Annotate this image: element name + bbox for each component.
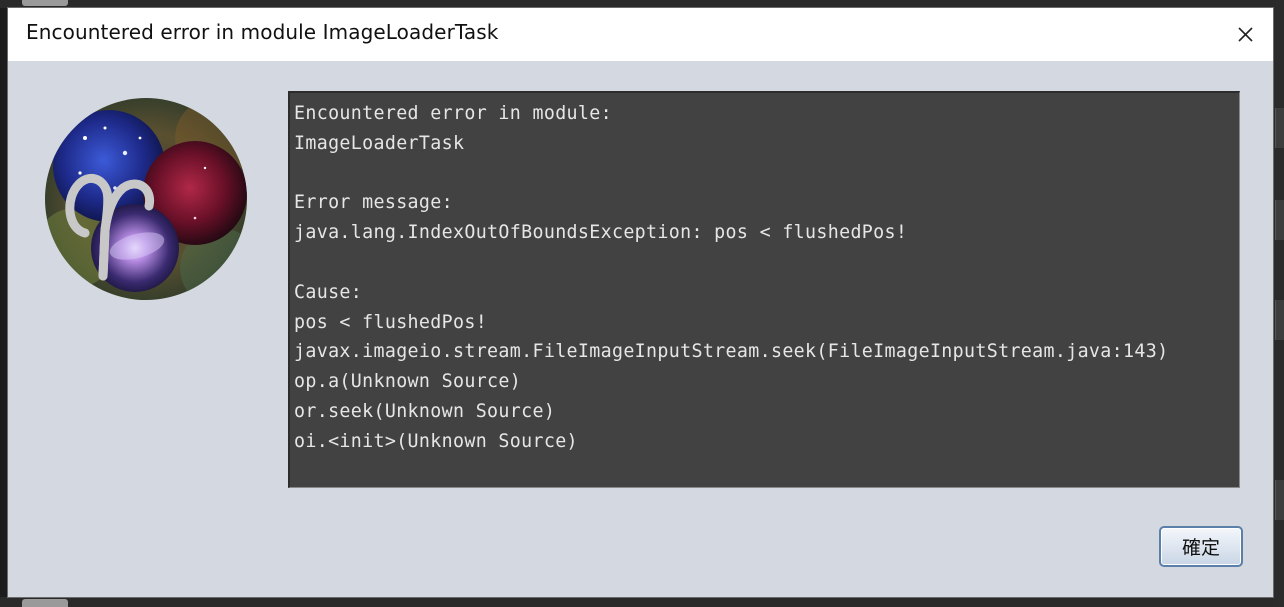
- error-line: [294, 159, 1239, 189]
- error-line: Error message:: [294, 192, 453, 214]
- error-line: op.a(Unknown Source): [294, 371, 522, 393]
- background-panel-segment: [1275, 108, 1284, 148]
- background-panel-segment: [1275, 480, 1284, 520]
- background-window-top: [0, 0, 1284, 8]
- error-details-textarea[interactable]: Encountered error in module: ImageLoader…: [288, 91, 1240, 488]
- background-scroll-knob: [22, 599, 68, 607]
- error-line: Encountered error in module:: [294, 103, 612, 124]
- error-line: or.seek(Unknown Source): [294, 400, 556, 422]
- background-panel-segment: [1275, 300, 1284, 340]
- background-scroll-knob: [22, 0, 68, 6]
- ok-button[interactable]: 確定: [1159, 526, 1243, 567]
- background-window-bottom: [0, 597, 1284, 607]
- error-line: javax.imageio.stream.FileImageInputStrea…: [294, 341, 1169, 363]
- background-window-right: [1273, 0, 1284, 607]
- background-panel-segment: [1275, 200, 1284, 240]
- dialog-title: Encountered error in module ImageLoaderT…: [26, 20, 499, 44]
- error-line: Cause:: [294, 281, 363, 303]
- aries-nebula-logo: [45, 98, 247, 300]
- error-dialog: Encountered error in module ImageLoaderT…: [8, 8, 1273, 597]
- close-icon: [1238, 27, 1253, 42]
- dialog-titlebar[interactable]: Encountered error in module ImageLoaderT…: [8, 8, 1273, 61]
- error-line: java.lang.IndexOutOfBoundsException: pos…: [294, 222, 908, 244]
- error-line: ImageLoaderTask: [294, 132, 465, 154]
- error-line: [294, 248, 1239, 278]
- error-line: pos < flushedPos!: [294, 311, 488, 333]
- close-button[interactable]: [1226, 16, 1264, 52]
- error-line: oi.<init>(Unknown Source): [294, 430, 578, 452]
